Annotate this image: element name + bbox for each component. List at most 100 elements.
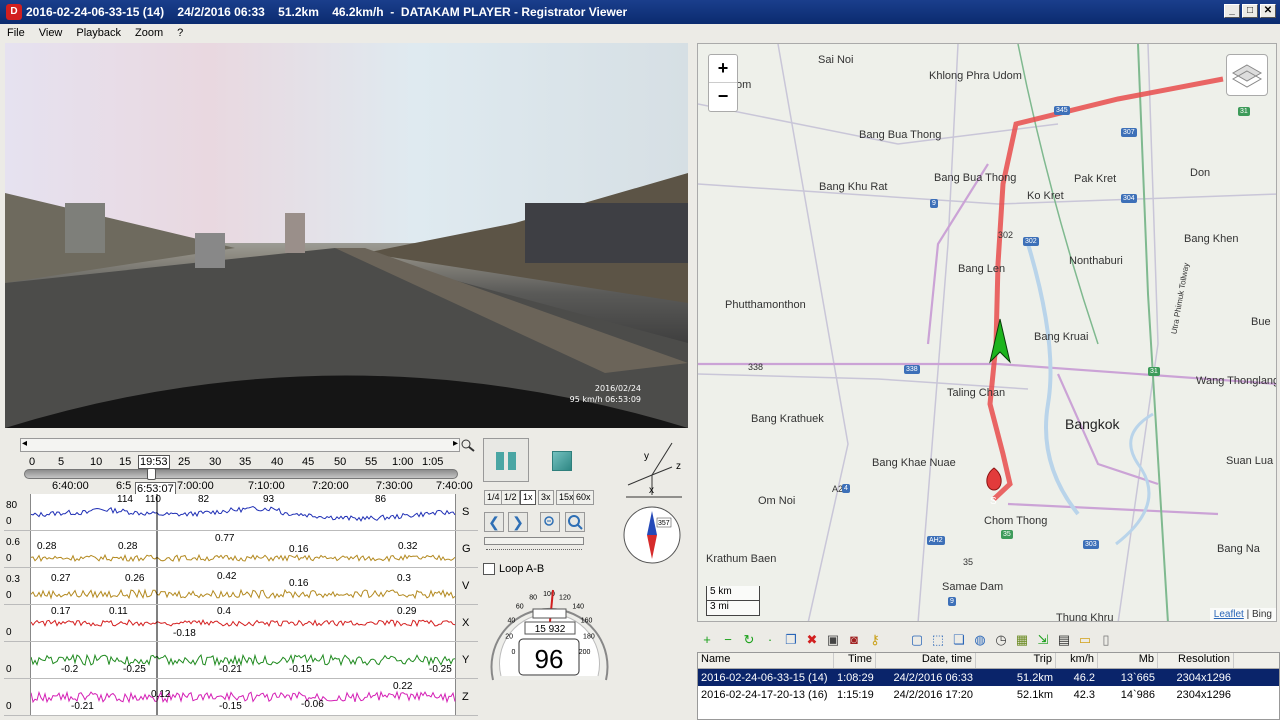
prev-button[interactable]: ❮ xyxy=(484,512,504,532)
minimize-button[interactable]: _ xyxy=(1224,4,1240,18)
globe-icon[interactable]: ◍ xyxy=(972,632,988,648)
map-place-label: 35 xyxy=(963,557,974,567)
save-icon[interactable]: ▣ xyxy=(825,632,841,648)
dot-icon[interactable]: · xyxy=(762,632,778,648)
map-canvas[interactable]: S xyxy=(698,44,1277,622)
timeline-thumb[interactable] xyxy=(146,468,156,480)
file-cell-trip: 52.1km xyxy=(1016,688,1053,701)
graph-plot[interactable]: 114 110 82 93 86 xyxy=(30,494,456,530)
photo-icon[interactable]: ▤ xyxy=(1056,632,1072,648)
graph-line xyxy=(30,588,456,600)
volume-slider[interactable] xyxy=(484,537,584,545)
speed-icon[interactable]: ◷ xyxy=(993,632,1009,648)
speedo-scale-label: 60 xyxy=(516,604,524,611)
menu-playback[interactable]: Playback xyxy=(69,27,128,39)
menu-file[interactable]: File xyxy=(0,27,32,39)
map-place-label: Taling Chan xyxy=(947,387,1006,399)
map-place-label: Nonthaburi xyxy=(1069,255,1123,267)
graph-trace xyxy=(30,605,456,641)
menu-help[interactable]: ? xyxy=(170,27,190,39)
map-zoom-control: + − xyxy=(708,54,738,112)
file-cell-kmh: 42.3 xyxy=(1073,688,1095,701)
zoom-in-button[interactable] xyxy=(565,512,585,532)
add-icon[interactable]: + xyxy=(699,632,715,648)
map-layers-button[interactable] xyxy=(1226,54,1268,96)
file-cell-mb: 13`665 xyxy=(1120,671,1155,684)
map-zoom-out-button[interactable]: − xyxy=(709,83,737,111)
map-place-label: Bangkok xyxy=(1065,416,1120,432)
graph-annotation: 0.26 xyxy=(125,573,145,584)
map-place-label: Sai Noi xyxy=(818,54,854,66)
zoom-out-button[interactable] xyxy=(540,512,560,532)
refresh-icon[interactable]: ↻ xyxy=(741,632,757,648)
col-resolution[interactable]: Resolution xyxy=(1158,653,1234,668)
menu-view[interactable]: View xyxy=(32,27,70,39)
menu-zoom[interactable]: Zoom xyxy=(128,27,170,39)
export-icon[interactable]: ⇲ xyxy=(1035,632,1051,648)
graph-plot[interactable]: -0.21 0.12 -0.15 -0.06 0.22 xyxy=(30,679,456,715)
speed-1x-button[interactable]: 1x xyxy=(520,490,536,505)
graph-line xyxy=(30,505,456,522)
col-time[interactable]: Time xyxy=(834,653,876,668)
video-frame[interactable]: 2016/02/24 95 km/h 06:53:09 xyxy=(5,43,688,428)
sensor-graphs: 80 0 114 110 82 93 86 S 0.6 0 0.28 0.28 0.77 0.16 0.32… xyxy=(4,494,478,716)
file-row[interactable]: 2016-02-24-17-20-13 (16) 1:15:19 24/2/2016… xyxy=(698,686,1279,703)
col-name[interactable]: Name xyxy=(698,653,834,668)
minute-tick: 30 xyxy=(209,456,222,468)
chevron-right-icon: ❯ xyxy=(512,514,524,530)
file-row[interactable]: 2016-02-24-06-33-15 (14) 1:08:29 24/2/2016… xyxy=(698,669,1279,686)
timeline-slider[interactable] xyxy=(24,468,458,480)
graph-plot[interactable]: 0.27 0.26 0.42 0.16 0.3 xyxy=(30,568,456,604)
leaflet-link[interactable]: Leaflet xyxy=(1214,609,1244,620)
folder-icon[interactable]: ▭ xyxy=(1077,632,1093,648)
speed-60x-button[interactable]: 60x xyxy=(573,490,594,505)
scroll-left-icon[interactable]: ◂ xyxy=(22,438,27,449)
scroll-right-icon[interactable]: ▸ xyxy=(453,438,458,449)
remove-icon[interactable]: − xyxy=(720,632,736,648)
speed-1-2-button[interactable]: 1/2 xyxy=(501,490,520,505)
copy-icon[interactable]: ❐ xyxy=(783,632,799,648)
map-place-label: Pak Kret xyxy=(1074,173,1117,185)
layers-icon[interactable]: ❏ xyxy=(951,632,967,648)
camera-icon[interactable]: ◙ xyxy=(846,632,862,648)
map-panel[interactable]: S Sai Noi Khlong Phra Udom Bang Bua Thong B… xyxy=(697,43,1277,622)
graph-plot[interactable]: 0.17 0.11 -0.18 0.4 0.29 xyxy=(30,605,456,641)
doc-icon[interactable]: ▯ xyxy=(1098,632,1114,648)
minute-tick: 15 xyxy=(119,456,132,468)
speedo-scale-label: 80 xyxy=(529,594,537,601)
col-trip[interactable]: Trip xyxy=(976,653,1056,668)
speed-1-4-button[interactable]: 1/4 xyxy=(484,490,503,505)
stop-button[interactable] xyxy=(552,451,572,471)
map-zoom-in-button[interactable]: + xyxy=(709,55,737,83)
timeline-scrollbar[interactable]: ◂ ▸ xyxy=(20,438,460,452)
col-kmh[interactable]: km/h xyxy=(1056,653,1098,668)
close-button[interactable]: ✕ xyxy=(1260,4,1276,18)
frame-icon[interactable]: ▢ xyxy=(909,632,925,648)
loop-ab-option[interactable]: Loop A-B xyxy=(483,563,544,575)
speedo-scale-label: 140 xyxy=(572,604,584,611)
graph-line xyxy=(30,653,456,667)
graph-plot[interactable]: -0.2 -0.25 -0.21 -0.15 -0.25 xyxy=(30,642,456,678)
crop-icon[interactable]: ⬚ xyxy=(930,632,946,648)
maximize-button[interactable]: □ xyxy=(1242,4,1258,18)
start-marker-icon[interactable] xyxy=(986,467,1002,491)
file-cell-mb: 14`986 xyxy=(1120,688,1155,701)
graph-annotation: 82 xyxy=(198,494,210,505)
loop-ab-checkbox[interactable] xyxy=(483,563,495,575)
file-table[interactable]: Name Time Date, time Trip km/h Mb Resolu… xyxy=(697,652,1280,720)
road-shield-icon: 304 xyxy=(1121,194,1137,203)
zoom-timeline-icon[interactable] xyxy=(460,438,476,452)
pause-button[interactable] xyxy=(483,438,529,482)
key-icon[interactable]: ⚷ xyxy=(867,632,883,648)
graph-plot[interactable]: 0.28 0.28 0.77 0.16 0.32 xyxy=(30,531,456,567)
map-place-label: Ko Kret xyxy=(1027,190,1064,202)
clock-tick: 7:40:00 xyxy=(436,480,473,492)
col-datetime[interactable]: Date, time xyxy=(876,653,976,668)
col-mb[interactable]: Mb xyxy=(1098,653,1158,668)
delete-icon[interactable]: ✖ xyxy=(804,632,820,648)
speed-3x-button[interactable]: 3x xyxy=(538,490,554,505)
grid-icon[interactable]: ▦ xyxy=(1014,632,1030,648)
next-button[interactable]: ❯ xyxy=(508,512,528,532)
map-place-label: Suan Lua xyxy=(1226,455,1274,467)
graph-annotation: -0.25 xyxy=(123,664,146,675)
